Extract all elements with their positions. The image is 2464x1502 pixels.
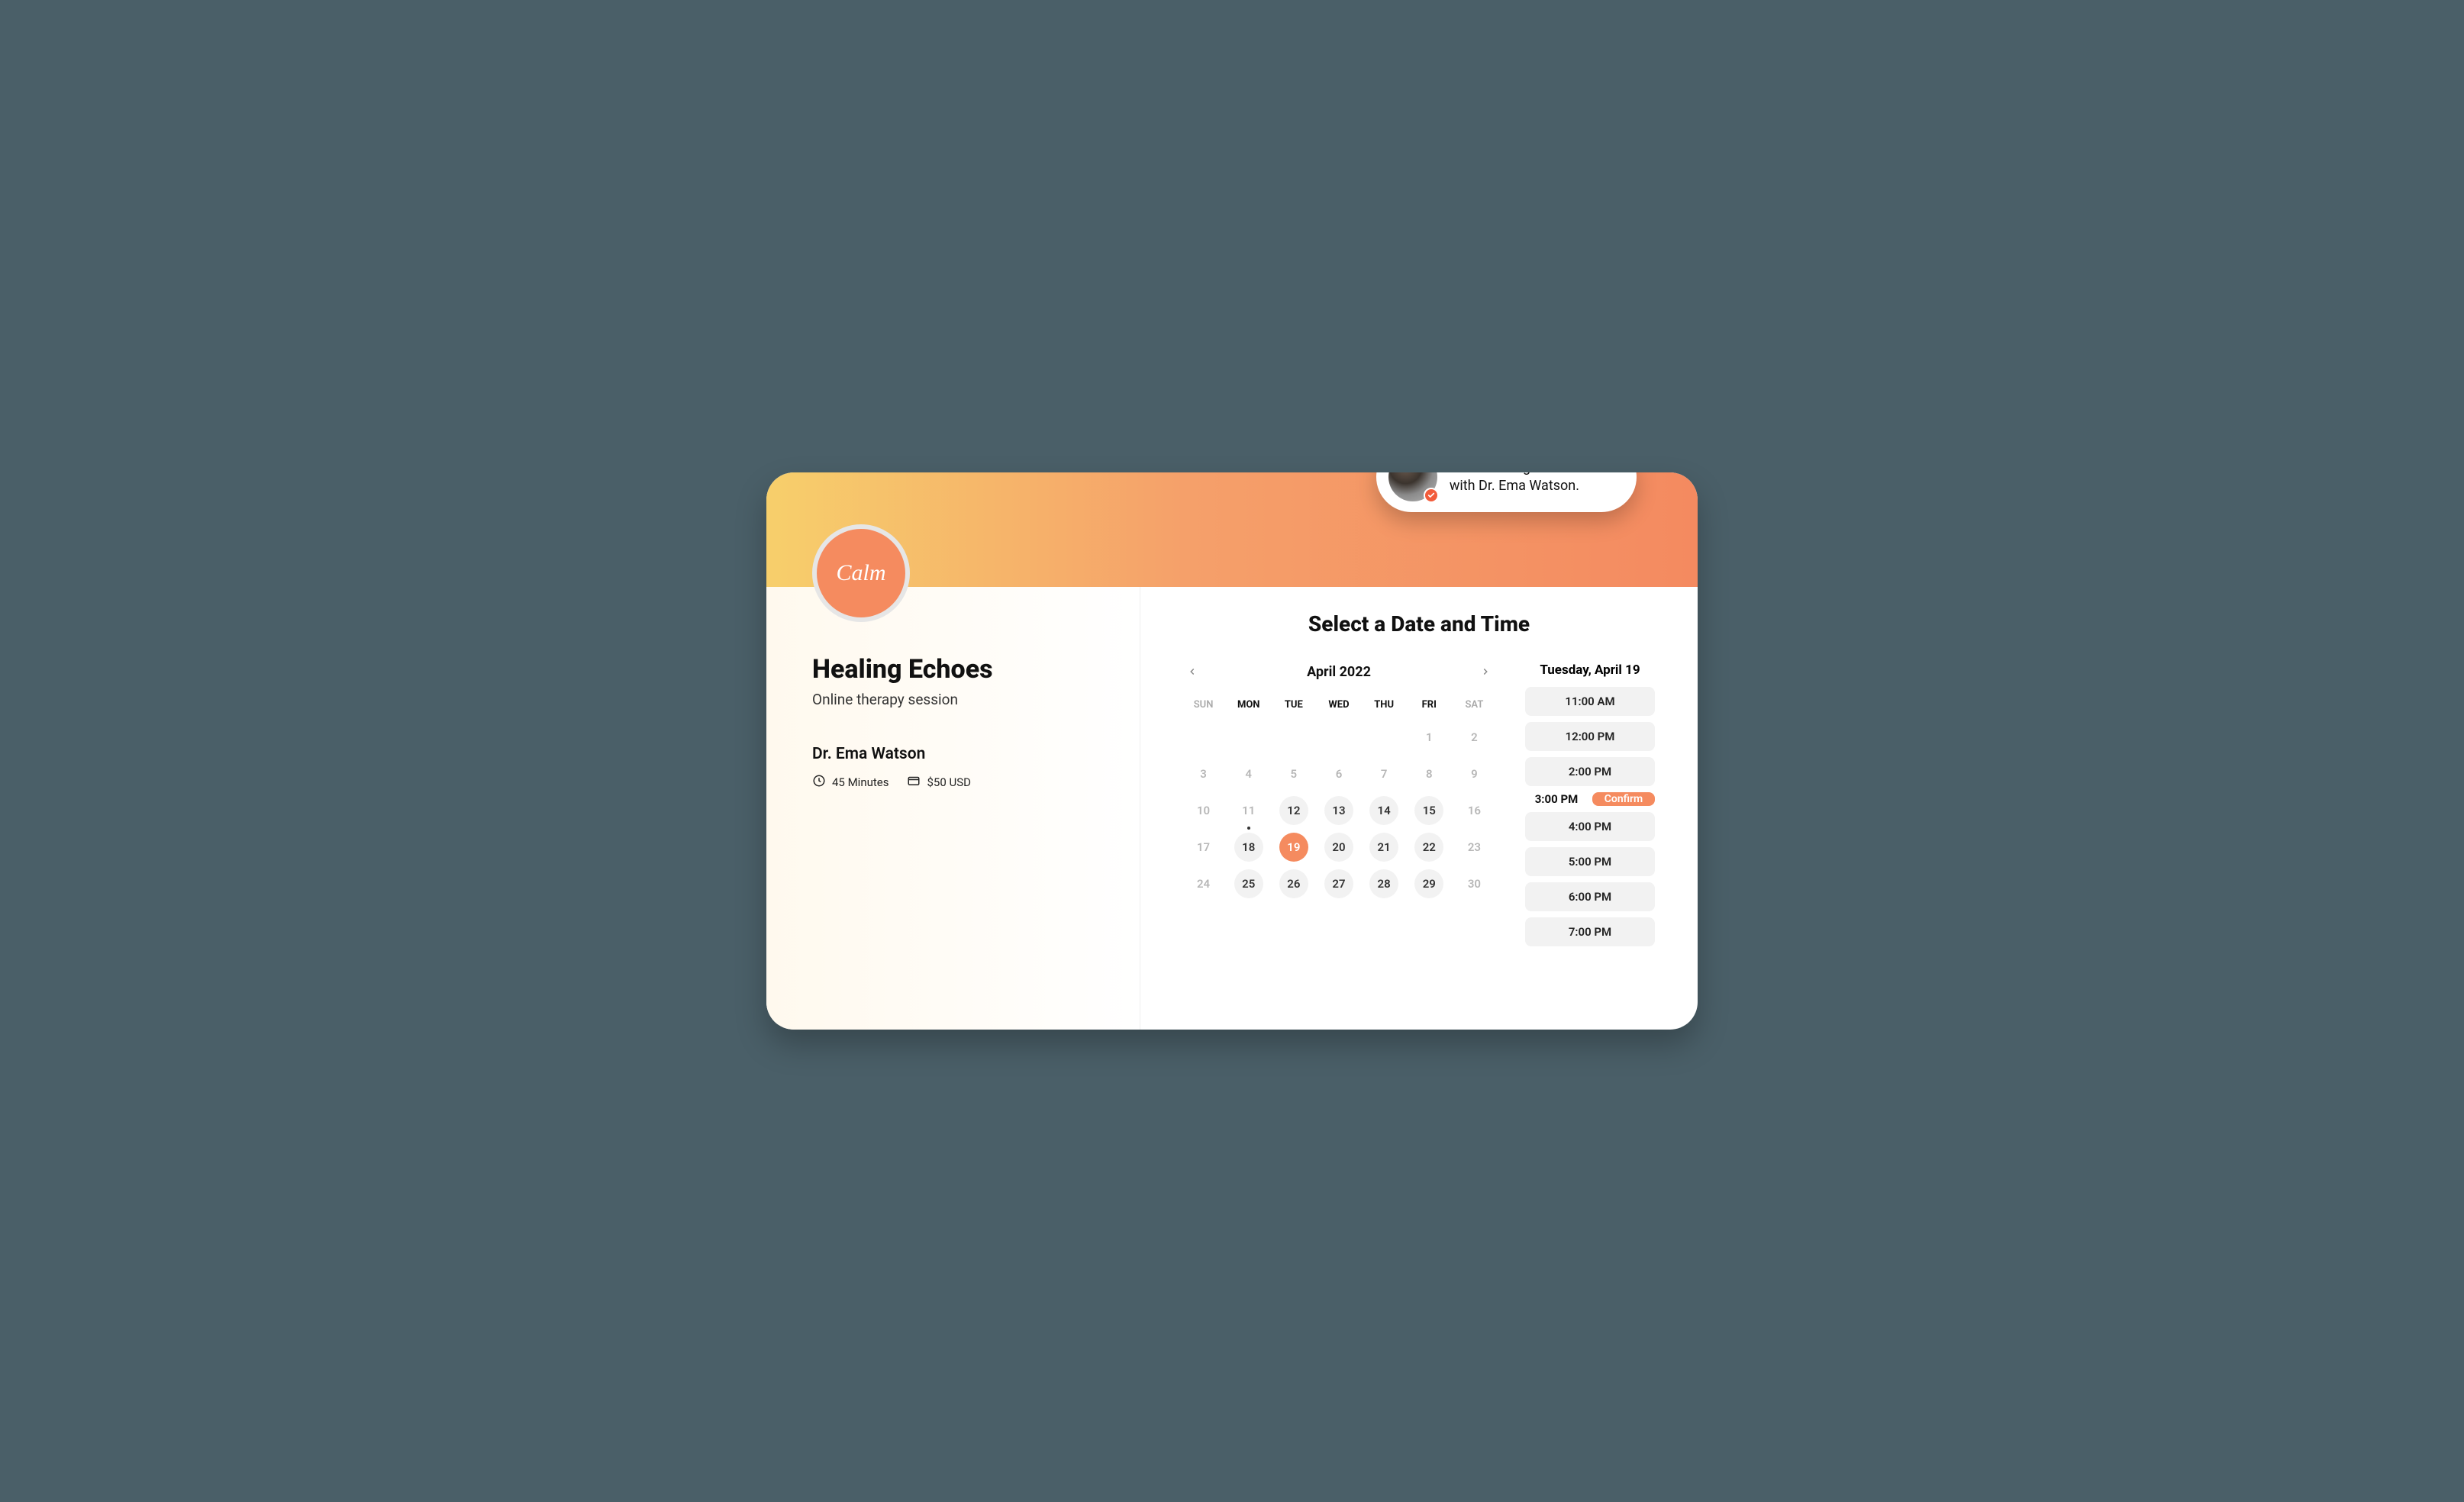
day-cell[interactable]: 13 [1324,796,1353,825]
day-cell[interactable]: 12 [1279,796,1308,825]
day-cell: 8 [1414,759,1443,788]
booking-card: Your meeting is scheduled with Dr. Ema W… [766,472,1698,1030]
practitioner-name: Dr. Ema Watson [812,745,1094,763]
day-cell: 3 [1189,759,1218,788]
day-cell: 5 [1279,759,1308,788]
duration-text: 45 Minutes [832,775,889,789]
day-cell: 16 [1459,796,1488,825]
day-cell[interactable]: 26 [1279,869,1308,898]
time-slot[interactable]: 11:00 AM [1525,687,1655,716]
day-cell[interactable]: 18 [1234,833,1263,862]
day-cell[interactable]: 27 [1324,869,1353,898]
session-info-panel: Calm Healing Echoes Online therapy sessi… [766,587,1140,1030]
day-cell[interactable]: 20 [1324,833,1353,862]
dow-header: FRI [1409,695,1450,715]
day-cell[interactable]: 22 [1414,833,1443,862]
brand-logo-text: Calm [836,560,885,586]
session-subtitle: Online therapy session [812,691,1094,708]
day-cell: 23 [1459,833,1488,862]
confirm-button[interactable]: Confirm [1592,792,1655,806]
dow-header: MON [1228,695,1269,715]
time-slot[interactable]: 7:00 PM [1525,917,1655,946]
day-cell: 7 [1369,759,1398,788]
price-text: $50 USD [927,775,971,789]
clock-icon [812,774,826,791]
credit-card-icon [907,774,921,791]
day-cell: 11 [1234,796,1263,825]
brand-logo: Calm [812,524,910,622]
dow-header: THU [1364,695,1405,715]
session-title: Healing Echoes [812,654,1094,685]
day-cell[interactable]: 25 [1234,869,1263,898]
day-cell[interactable]: 19 [1279,833,1308,862]
scheduler-panel: Select a Date and Time April 2022 SUNMON… [1140,587,1698,1030]
selected-time-label: 3:00 PM [1525,792,1588,806]
selected-date-label: Tuesday, April 19 [1525,662,1655,678]
day-cell: 9 [1459,759,1488,788]
toast-line1: Your meeting is scheduled [1450,472,1611,475]
next-month-button[interactable] [1476,662,1495,681]
day-cell: 30 [1459,869,1488,898]
avatar [1388,472,1437,501]
day-cell[interactable]: 29 [1414,869,1443,898]
dow-header: SUN [1183,695,1224,715]
price-info: $50 USD [907,774,971,791]
time-slot[interactable]: 2:00 PM [1525,757,1655,786]
dow-header: WED [1318,695,1359,715]
confirmation-toast: Your meeting is scheduled with Dr. Ema W… [1376,472,1637,512]
time-slot[interactable]: 5:00 PM [1525,847,1655,876]
day-cell: 10 [1189,796,1218,825]
toast-line2: with Dr. Ema Watson. [1450,478,1579,494]
prev-month-button[interactable] [1183,662,1201,681]
dow-header: SAT [1454,695,1495,715]
calendar: April 2022 SUNMONTUEWEDTHUFRISAT12345678… [1183,662,1495,952]
today-indicator-icon [1247,827,1250,830]
day-cell[interactable]: 21 [1369,833,1398,862]
day-cell[interactable]: 28 [1369,869,1398,898]
day-cell[interactable]: 14 [1369,796,1398,825]
dow-header: TUE [1273,695,1314,715]
month-label: April 2022 [1307,664,1371,680]
duration-info: 45 Minutes [812,774,889,791]
day-cell: 2 [1459,723,1488,752]
day-cell: 6 [1324,759,1353,788]
scheduler-heading: Select a Date and Time [1183,611,1655,637]
time-slots: Tuesday, April 19 11:00 AM 12:00 PM 2:00 P… [1525,662,1655,952]
day-cell: 4 [1234,759,1263,788]
day-cell[interactable]: 15 [1414,796,1443,825]
time-slot[interactable]: 6:00 PM [1525,882,1655,911]
time-slot[interactable]: 12:00 PM [1525,722,1655,751]
day-cell: 1 [1414,723,1443,752]
toast-text: Your meeting is scheduled with Dr. Ema W… [1450,472,1611,495]
day-cell: 24 [1189,869,1218,898]
day-cell: 17 [1189,833,1218,862]
check-badge-icon [1424,488,1439,503]
time-slot[interactable]: 4:00 PM [1525,812,1655,841]
